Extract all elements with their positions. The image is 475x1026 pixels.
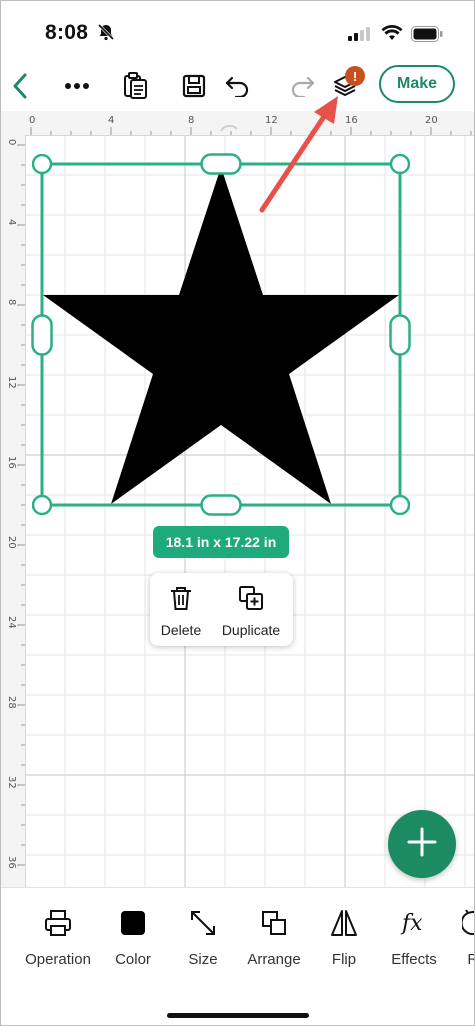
resize-handle-left[interactable] bbox=[31, 314, 53, 356]
delete-button[interactable]: Delete bbox=[156, 573, 206, 646]
flip-button[interactable]: Flip bbox=[319, 908, 369, 978]
ruler-top-tick: 8 bbox=[188, 115, 195, 126]
ruler-top-tick: 20 bbox=[425, 115, 438, 126]
ruler-top-tick: 12 bbox=[265, 115, 278, 126]
operation-button[interactable]: Operation bbox=[21, 908, 95, 978]
make-button[interactable]: Make bbox=[379, 65, 455, 103]
resize-handle-bottom-right[interactable] bbox=[390, 495, 410, 515]
color-swatch-icon bbox=[118, 908, 148, 943]
ruler-left-tick: 16 bbox=[6, 456, 17, 469]
resize-handle-bottom-left[interactable] bbox=[32, 495, 52, 515]
color-label: Color bbox=[115, 951, 151, 968]
svg-text:fx: fx bbox=[400, 911, 423, 936]
resize-handle-top[interactable] bbox=[200, 153, 242, 175]
flip-label: Flip bbox=[331, 951, 357, 968]
status-bar: 8:08 bbox=[1, 1, 474, 61]
plus-icon bbox=[406, 826, 438, 863]
ruler-left-tick: 20 bbox=[6, 536, 17, 549]
home-indicator bbox=[167, 1013, 309, 1018]
size-button[interactable]: Size bbox=[177, 908, 229, 978]
wifi-icon bbox=[381, 25, 403, 46]
rotate-label: Ro bbox=[467, 951, 474, 968]
resize-handle-top-right[interactable] bbox=[390, 154, 410, 174]
operation-label: Operation bbox=[25, 951, 91, 968]
clipboard-icon[interactable] bbox=[119, 63, 153, 109]
resize-handle-top-left[interactable] bbox=[32, 154, 52, 174]
ruler-left: 0 4 8 12 16 20 24 28 32 36 bbox=[1, 135, 26, 887]
more-icon[interactable] bbox=[59, 63, 95, 109]
arrange-button[interactable]: Arrange bbox=[241, 908, 307, 978]
redo-icon[interactable] bbox=[285, 63, 321, 109]
duplicate-label: Duplicate bbox=[221, 622, 281, 638]
ruler-top: 0 4 8 12 16 20 bbox=[1, 111, 474, 136]
bottom-edit-bar: Operation Color Size Arrange Flip fx Eff… bbox=[1, 887, 474, 1025]
ruler-top-tick: 4 bbox=[108, 115, 115, 126]
arrange-icon bbox=[259, 908, 289, 943]
effects-label: Effects bbox=[391, 951, 437, 968]
context-menu: Delete Duplicate bbox=[150, 573, 293, 646]
effects-button[interactable]: fx Effects bbox=[385, 908, 443, 978]
ruler-top-tick: 16 bbox=[345, 115, 358, 126]
status-time: 8:08 bbox=[45, 21, 89, 44]
ruler-left-tick: 24 bbox=[6, 616, 17, 629]
ruler-left-tick: 0 bbox=[6, 139, 17, 146]
battery-icon bbox=[411, 26, 443, 47]
size-label: Size bbox=[188, 951, 218, 968]
arrange-label: Arrange bbox=[247, 951, 301, 968]
ruler-left-tick: 32 bbox=[6, 776, 17, 789]
resize-icon bbox=[188, 908, 218, 943]
resize-handle-right[interactable] bbox=[389, 314, 411, 356]
duplicate-icon bbox=[238, 585, 264, 616]
ruler-left-tick: 4 bbox=[6, 219, 17, 226]
ruler-top-tick: 0 bbox=[29, 115, 36, 126]
app-frame: 8:08 Make ! 0 4 8 12 16 20 0 4 8 12 16 2… bbox=[0, 0, 475, 1026]
save-icon[interactable] bbox=[177, 63, 211, 109]
printer-icon bbox=[43, 908, 73, 943]
trash-icon bbox=[168, 585, 194, 616]
undo-icon[interactable] bbox=[219, 63, 255, 109]
rotate-button[interactable]: Ro bbox=[457, 908, 474, 978]
ruler-left-tick: 12 bbox=[6, 376, 17, 389]
add-button[interactable] bbox=[388, 810, 456, 878]
delete-label: Delete bbox=[160, 622, 202, 638]
selection-size-label: 18.1 in x 17.22 in bbox=[153, 526, 289, 558]
duplicate-button[interactable]: Duplicate bbox=[214, 573, 288, 646]
color-button[interactable]: Color bbox=[105, 908, 161, 978]
ruler-left-tick: 36 bbox=[6, 856, 17, 869]
resize-handle-bottom[interactable] bbox=[200, 494, 242, 516]
cellular-signal-icon bbox=[348, 27, 372, 46]
bell-slash-icon bbox=[97, 23, 115, 46]
fx-icon: fx bbox=[399, 908, 429, 943]
ruler-left-tick: 8 bbox=[6, 299, 17, 306]
top-toolbar: Make bbox=[1, 63, 474, 109]
ruler-left-tick: 28 bbox=[6, 696, 17, 709]
flip-icon bbox=[329, 908, 359, 943]
layers-alert-badge: ! bbox=[345, 66, 365, 86]
rotate-icon bbox=[460, 908, 474, 943]
chevron-left-icon[interactable] bbox=[5, 63, 35, 109]
